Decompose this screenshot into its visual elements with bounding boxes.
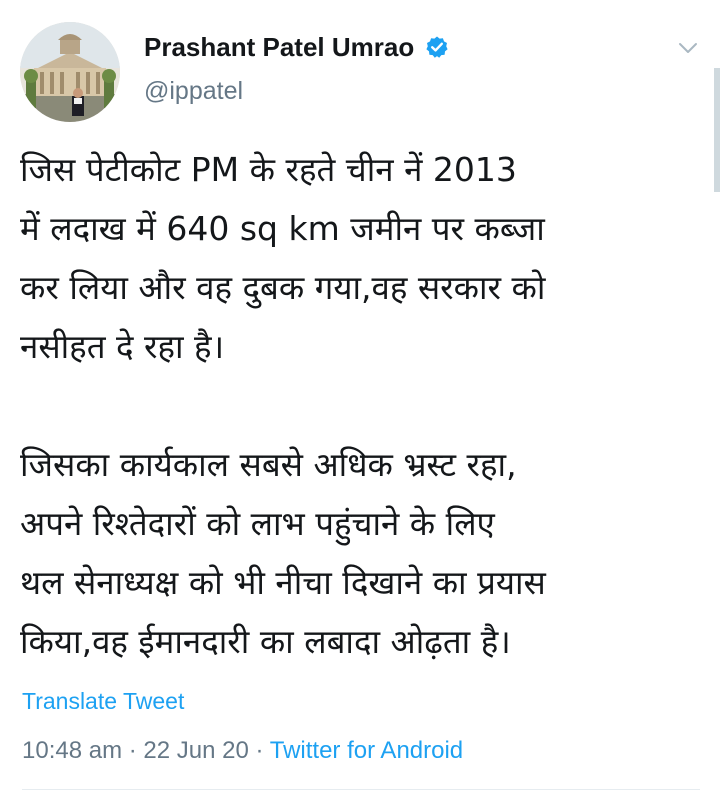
divider (22, 789, 700, 790)
meta-separator: · (248, 737, 270, 764)
chevron-down-icon[interactable] (676, 36, 700, 60)
meta-separator: · (122, 737, 144, 764)
tweet-text-line: नसीहत दे रहा है। (20, 327, 225, 366)
tweet-text-line: थल सेनाध्यक्ष को भी नीचा दिखाने का प्रया… (20, 563, 546, 602)
tweet-text-line: जिसका कार्यकाल सबसे अधिक भ्रस्ट रहा, (20, 445, 517, 484)
scrollbar[interactable] (714, 68, 720, 192)
tweet-text-line: किया,वह ईमानदारी का लबादा ओढ़ता है। (20, 622, 511, 661)
tweet-text: जिस पेटीकोट PM के रहते चीन नें 2013 में … (20, 140, 700, 671)
tweet-time[interactable]: 10:48 am (22, 737, 122, 764)
tweet-text-line: जिस पेटीकोट PM के रहते चीन नें 2013 (20, 150, 517, 189)
avatar[interactable] (20, 22, 120, 122)
tweet-source-link[interactable]: Twitter for Android (270, 737, 463, 764)
display-name[interactable]: Prashant Patel Umrao (144, 32, 414, 63)
tweet-meta: 10:48 am · 22 Jun 20 · Twitter for Andro… (22, 737, 463, 765)
translate-tweet-link[interactable]: Translate Tweet (22, 688, 184, 715)
tweet-text-line: में लदाख में 640 sq km जमीन पर कब्जा (20, 209, 545, 248)
author-info[interactable]: Prashant Patel Umrao @ippatel (144, 32, 449, 106)
tweet-date[interactable]: 22 Jun 20 (143, 737, 248, 764)
tweet-text-line: कर लिया और वह दुबक गया,वह सरकार को (20, 268, 546, 307)
tweet-card: Prashant Patel Umrao @ippatel जिस पेटीको… (0, 0, 720, 795)
tweet-text-line: अपने रिश्तेदारों को लाभ पहुंचाने के लिए (20, 504, 495, 543)
verified-badge-icon (426, 36, 448, 58)
tweet-header: Prashant Patel Umrao @ippatel (20, 22, 700, 122)
supreme-court-building-icon (20, 22, 120, 122)
handle[interactable]: @ippatel (144, 77, 449, 106)
